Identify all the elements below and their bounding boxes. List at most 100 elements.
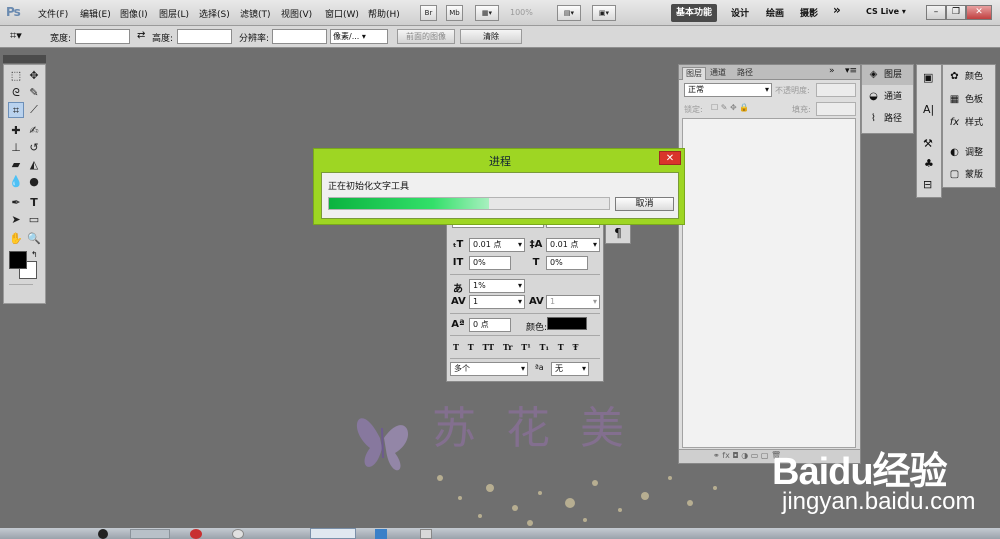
- lasso-tool-icon[interactable]: ᘓ: [8, 85, 24, 101]
- taskbar-app-icon[interactable]: [420, 529, 432, 539]
- mini-bridge-button[interactable]: Mb: [446, 5, 463, 21]
- tab-channels[interactable]: 通道: [707, 67, 729, 80]
- spot-healing-tool-icon[interactable]: ✚: [8, 123, 24, 139]
- hand-tool-icon[interactable]: ✋: [8, 231, 24, 247]
- resolution-input[interactable]: [272, 29, 327, 44]
- cs-live-button[interactable]: CS Live ▾: [866, 7, 906, 16]
- taskbar-app-icon[interactable]: [375, 529, 387, 539]
- collapse-panel-icon[interactable]: »: [829, 66, 835, 76]
- panel-menu-icon[interactable]: ▾≡: [845, 66, 857, 76]
- rectangle-tool-icon[interactable]: ▭: [26, 212, 42, 228]
- menu-layer[interactable]: 图层(L): [159, 7, 189, 20]
- type-style-buttons[interactable]: T T TT Tr T¹ T₁ T Ŧ: [453, 342, 578, 352]
- horizontal-scale-input[interactable]: 0%: [546, 256, 588, 270]
- workspace-essentials[interactable]: 基本功能: [671, 4, 718, 22]
- dock-adjustments[interactable]: ◐ 调整: [943, 143, 995, 163]
- restore-button[interactable]: ❐: [946, 5, 966, 20]
- paint-bucket-tool-icon[interactable]: ◭: [26, 157, 42, 173]
- histogram-icon[interactable]: ▣: [923, 71, 933, 84]
- tracking-select[interactable]: 1: [546, 295, 600, 309]
- path-selection-tool-icon[interactable]: ➤: [8, 212, 24, 228]
- history-brush-tool-icon[interactable]: ↺: [26, 140, 42, 156]
- clear-button[interactable]: 清除: [460, 29, 522, 44]
- clone-source-icon[interactable]: ♣: [924, 157, 934, 170]
- taskbar-app-icon[interactable]: [190, 529, 202, 539]
- brush-tool-icon[interactable]: ✍: [26, 123, 42, 139]
- menu-filter[interactable]: 滤镜(T): [240, 7, 271, 20]
- dock-channels[interactable]: ◒ 通道: [862, 87, 913, 107]
- width-input[interactable]: [75, 29, 130, 44]
- swap-dimensions-icon[interactable]: ⇄: [137, 30, 145, 41]
- view-extras-button[interactable]: ▦▾: [475, 5, 499, 21]
- crop-tool-icon[interactable]: ⌗: [8, 102, 24, 118]
- paragraph-tab[interactable]: ¶: [605, 222, 631, 244]
- character-icon[interactable]: A|: [923, 103, 934, 116]
- clone-stamp-tool-icon[interactable]: ⊥: [8, 140, 24, 156]
- height-input[interactable]: [177, 29, 232, 44]
- screen-mode-button[interactable]: ▣▾: [592, 5, 616, 21]
- eraser-tool-icon[interactable]: ▰: [8, 157, 24, 173]
- vertical-scale-input[interactable]: 0%: [469, 256, 511, 270]
- front-image-button[interactable]: 前面的图像: [397, 29, 455, 44]
- marquee-tool-icon[interactable]: ⬚: [8, 68, 24, 84]
- pen-tool-icon[interactable]: ✒: [8, 195, 24, 211]
- bridge-button[interactable]: Br: [420, 5, 437, 21]
- move-tool-icon[interactable]: ✥: [26, 68, 42, 84]
- language-select[interactable]: 多个: [450, 362, 528, 376]
- more-workspaces-button[interactable]: »: [833, 3, 841, 17]
- taskbar-app-icon[interactable]: [232, 529, 244, 539]
- tab-paths[interactable]: 路径: [734, 67, 756, 80]
- dock-layers[interactable]: ◈ 图层: [862, 65, 913, 85]
- workspace-painting[interactable]: 绘画: [766, 6, 784, 19]
- kerning-select[interactable]: 1: [469, 295, 525, 309]
- dock-paths[interactable]: ⌇ 路径: [862, 109, 913, 129]
- arrange-documents-button[interactable]: ▤▾: [557, 5, 581, 21]
- dock-masks[interactable]: ▢ 蒙版: [943, 165, 995, 185]
- dodge-tool-icon[interactable]: ●: [26, 174, 42, 190]
- fill-input[interactable]: [816, 102, 856, 116]
- toolbox-header[interactable]: [3, 55, 46, 63]
- text-color-swatch[interactable]: [547, 317, 587, 330]
- minimize-button[interactable]: –: [926, 5, 946, 20]
- swap-colors-icon[interactable]: ↰: [31, 250, 38, 259]
- workspace-photography[interactable]: 摄影: [800, 6, 818, 19]
- zoom-tool-icon[interactable]: 🔍: [26, 231, 42, 247]
- font-size-select[interactable]: 0.01 点: [469, 238, 525, 252]
- tsume-select[interactable]: 1%: [469, 279, 525, 293]
- cancel-button[interactable]: 取消: [615, 197, 674, 211]
- menu-window[interactable]: 窗口(W): [325, 7, 359, 20]
- workspace-design[interactable]: 设计: [731, 6, 749, 19]
- dialog-close-button[interactable]: ✕: [659, 151, 681, 165]
- taskbar-app-icon[interactable]: [98, 529, 108, 539]
- eyedropper-tool-icon[interactable]: ⟋: [26, 102, 42, 118]
- baseline-shift-input[interactable]: 0 点: [469, 318, 511, 332]
- type-tool-icon[interactable]: T: [26, 195, 42, 211]
- blur-tool-icon[interactable]: 💧: [8, 174, 24, 190]
- opacity-input[interactable]: [816, 83, 856, 97]
- zoom-level[interactable]: 100%: [510, 8, 533, 17]
- lock-icons[interactable]: ☐ ✎ ✥ 🔒: [711, 103, 749, 112]
- tab-layers[interactable]: 图层: [682, 67, 706, 80]
- taskbar-photoshop-icon[interactable]: [310, 528, 356, 539]
- brush-presets-icon[interactable]: ⚒: [923, 137, 933, 150]
- menu-edit[interactable]: 编辑(E): [80, 7, 111, 20]
- layers-list[interactable]: [682, 118, 856, 448]
- menu-select[interactable]: 选择(S): [199, 7, 230, 20]
- dock-swatches[interactable]: ▦ 色板: [943, 90, 995, 110]
- taskbar-app-icon[interactable]: [130, 529, 170, 539]
- crop-tool-preset-icon[interactable]: ⌗▾: [10, 29, 22, 43]
- dock-styles[interactable]: fx 样式: [943, 113, 995, 133]
- menu-help[interactable]: 帮助(H): [368, 7, 400, 20]
- quick-selection-tool-icon[interactable]: ✎: [26, 85, 42, 101]
- tool-presets-icon[interactable]: ⊟: [923, 178, 932, 191]
- dock-color[interactable]: ✿ 颜色: [943, 67, 995, 87]
- menu-view[interactable]: 视图(V): [281, 7, 312, 20]
- menu-image[interactable]: 图像(I): [120, 7, 148, 20]
- foreground-color-swatch[interactable]: [9, 251, 27, 269]
- resolution-unit-select[interactable]: 像素/... ▾: [330, 29, 388, 44]
- close-window-button[interactable]: ✕: [966, 5, 992, 20]
- blend-mode-select[interactable]: 正常: [684, 83, 772, 97]
- leading-select[interactable]: 0.01 点: [546, 238, 600, 252]
- menu-file[interactable]: 文件(F): [38, 7, 68, 20]
- antialias-select[interactable]: 无: [551, 362, 589, 376]
